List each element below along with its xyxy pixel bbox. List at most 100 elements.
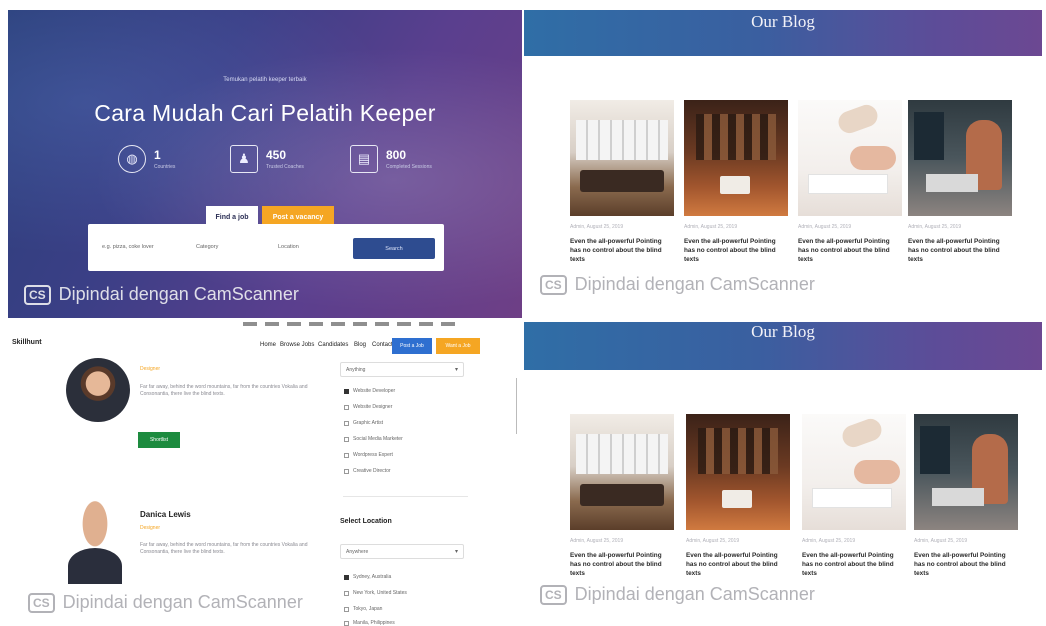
blog-card-title[interactable]: Even the all-powerful Pointing has no co…	[684, 237, 788, 264]
hero-panel: Temukan pelatih keeper terbaik Cara Muda…	[8, 10, 522, 318]
stat-label: Trusted Coaches	[266, 164, 304, 170]
location-item[interactable]: Manila, Philippines	[344, 620, 395, 626]
blog-thumb-laptop[interactable]	[908, 100, 1012, 216]
dropdown-value: Anywhere	[346, 549, 369, 555]
avatar	[66, 358, 130, 422]
checkbox[interactable]	[344, 420, 349, 426]
sidebar-divider	[343, 496, 468, 497]
shortlist-button[interactable]: Shortlist	[138, 432, 180, 448]
blog-meta: Admin, August 25, 2019	[684, 224, 738, 230]
nav-blog[interactable]: Blog	[354, 342, 366, 348]
location-input[interactable]: Location	[278, 244, 299, 250]
globe-icon: ◍	[118, 145, 146, 173]
checkbox[interactable]	[344, 620, 349, 626]
camscanner-logo: CS	[540, 274, 567, 295]
keyword-input[interactable]: e.g. pizza, coke lover	[102, 244, 154, 250]
blog-thumb-writing[interactable]	[802, 414, 906, 530]
filter-item[interactable]: Website Designer	[344, 404, 392, 410]
blog-card-title[interactable]: Even the all-powerful Pointing has no co…	[570, 551, 674, 578]
blog-card[interactable]: Admin, August 25, 2019 Even the all-powe…	[570, 100, 674, 264]
profile-tag: Designer	[140, 366, 161, 372]
scrollbar[interactable]	[516, 378, 517, 434]
checkbox[interactable]	[344, 388, 349, 394]
blog-card-title[interactable]: Even the all-powerful Pointing has no co…	[908, 237, 1012, 264]
blog-meta: Admin, August 25, 2019	[908, 224, 962, 230]
filter-item[interactable]: Wordpress Expert	[344, 452, 393, 458]
blog-card-title[interactable]: Even the all-powerful Pointing has no co…	[798, 237, 902, 264]
users-icon: ♟	[230, 145, 258, 173]
checkbox[interactable]	[344, 468, 349, 474]
nav-browse-jobs[interactable]: Browse Jobs	[280, 342, 314, 348]
filter-label: Website Designer	[353, 404, 393, 410]
location-dropdown[interactable]: Anywhere ▾	[340, 544, 464, 559]
nav-candidates[interactable]: Candidates	[318, 342, 348, 348]
checkbox[interactable]	[344, 452, 349, 458]
checkbox[interactable]	[344, 436, 349, 442]
filter-item[interactable]: Creative Director	[344, 468, 391, 474]
blog-card[interactable]: Admin, August 25, 2019 Even the all-powe…	[802, 414, 906, 578]
stat-countries: ◍ 1 Countries	[118, 145, 175, 173]
blog-meta: Admin, August 25, 2019	[570, 538, 624, 544]
blog-thumb-meeting[interactable]	[570, 414, 674, 530]
nav-contact[interactable]: Contact	[372, 342, 393, 348]
document-icon: ▤	[350, 145, 378, 173]
camscanner-watermark: CS Dipindai dengan CamScanner	[28, 592, 303, 613]
checkbox[interactable]	[344, 404, 349, 410]
blog-card[interactable]: Admin, August 25, 2019 Even the all-powe…	[914, 414, 1018, 578]
blog-thumb-office[interactable]	[686, 414, 790, 530]
blog-card[interactable]: Admin, August 25, 2019 Even the all-powe…	[570, 414, 674, 578]
blog-card-title[interactable]: Even the all-powerful Pointing has no co…	[686, 551, 790, 578]
blog-meta: Admin, August 25, 2019	[914, 538, 968, 544]
filter-label: Creative Director	[353, 468, 391, 474]
camscanner-logo: CS	[28, 592, 55, 613]
want-job-button[interactable]: Want a Job	[436, 338, 480, 354]
location-item[interactable]: Sydney, Australia	[344, 574, 391, 580]
location-item[interactable]: Tokyo, Japan	[344, 606, 382, 612]
hero-kicker: Temukan pelatih keeper terbaik	[223, 77, 307, 83]
category-dropdown[interactable]: Anything ▾	[340, 362, 464, 377]
profile-name[interactable]: Danica Lewis	[140, 510, 191, 519]
hero-title: Cara Mudah Cari Pelatih Keeper	[94, 100, 436, 126]
stat-value: 800	[386, 148, 407, 162]
blog-card-title[interactable]: Even the all-powerful Pointing has no co…	[914, 551, 1018, 578]
chevron-down-icon: ▾	[454, 549, 458, 555]
blog-meta: Admin, August 25, 2019	[570, 224, 624, 230]
camscanner-watermark: CS Dipindai dengan CamScanner	[540, 274, 815, 295]
brand-logo[interactable]: Skillhunt	[12, 339, 42, 346]
filter-label: Website Developer	[353, 388, 396, 394]
watermark-text: Dipindai dengan CamScanner	[62, 592, 303, 612]
profile-description: Far far away, behind the word mountains,…	[140, 384, 308, 397]
filter-item[interactable]: Social Media Marketer	[344, 436, 403, 442]
blog-thumb-writing[interactable]	[798, 100, 902, 216]
stat-label: Completed Sessions	[386, 164, 432, 170]
blog-card[interactable]: Admin, August 25, 2019 Even the all-powe…	[686, 414, 790, 578]
filter-label: Wordpress Expert	[353, 452, 393, 458]
blog-thumb-laptop[interactable]	[914, 414, 1018, 530]
avatar-body	[68, 548, 122, 584]
listing-panel: Skillhunt Home Browse Jobs Candidates Bl…	[8, 322, 522, 626]
blog-card[interactable]: Admin, August 25, 2019 Even the all-powe…	[684, 100, 788, 264]
location-item[interactable]: New York, United States	[344, 590, 407, 596]
blog-card-title[interactable]: Even the all-powerful Pointing has no co…	[570, 237, 674, 264]
post-job-button[interactable]: Post a Job	[392, 338, 432, 354]
checkbox[interactable]	[344, 606, 349, 612]
search-form: e.g. pizza, coke lover Category Location…	[88, 224, 444, 271]
blog-title: Our Blog	[751, 12, 815, 31]
blog-thumb-office[interactable]	[684, 100, 788, 216]
blog-thumb-meeting[interactable]	[570, 100, 674, 216]
filter-item[interactable]: Website Developer	[344, 388, 395, 394]
search-button[interactable]: Search	[353, 238, 435, 259]
location-label: New York, United States	[353, 590, 407, 596]
blog-card[interactable]: Admin, August 25, 2019 Even the all-powe…	[908, 100, 1012, 264]
nav-home[interactable]: Home	[260, 342, 276, 348]
camscanner-watermark: CS Dipindai dengan CamScanner	[540, 584, 815, 605]
checkbox[interactable]	[344, 574, 349, 580]
filter-label: Social Media Marketer	[353, 436, 403, 442]
blog-title: Our Blog	[751, 322, 815, 341]
checkbox[interactable]	[344, 590, 349, 596]
blog-card-title[interactable]: Even the all-powerful Pointing has no co…	[802, 551, 906, 578]
blog-card[interactable]: Admin, August 25, 2019 Even the all-powe…	[798, 100, 902, 264]
blog-banner: Our Blog	[524, 10, 1042, 56]
filter-item[interactable]: Graphic Artist	[344, 420, 383, 426]
category-select[interactable]: Category	[196, 244, 218, 250]
